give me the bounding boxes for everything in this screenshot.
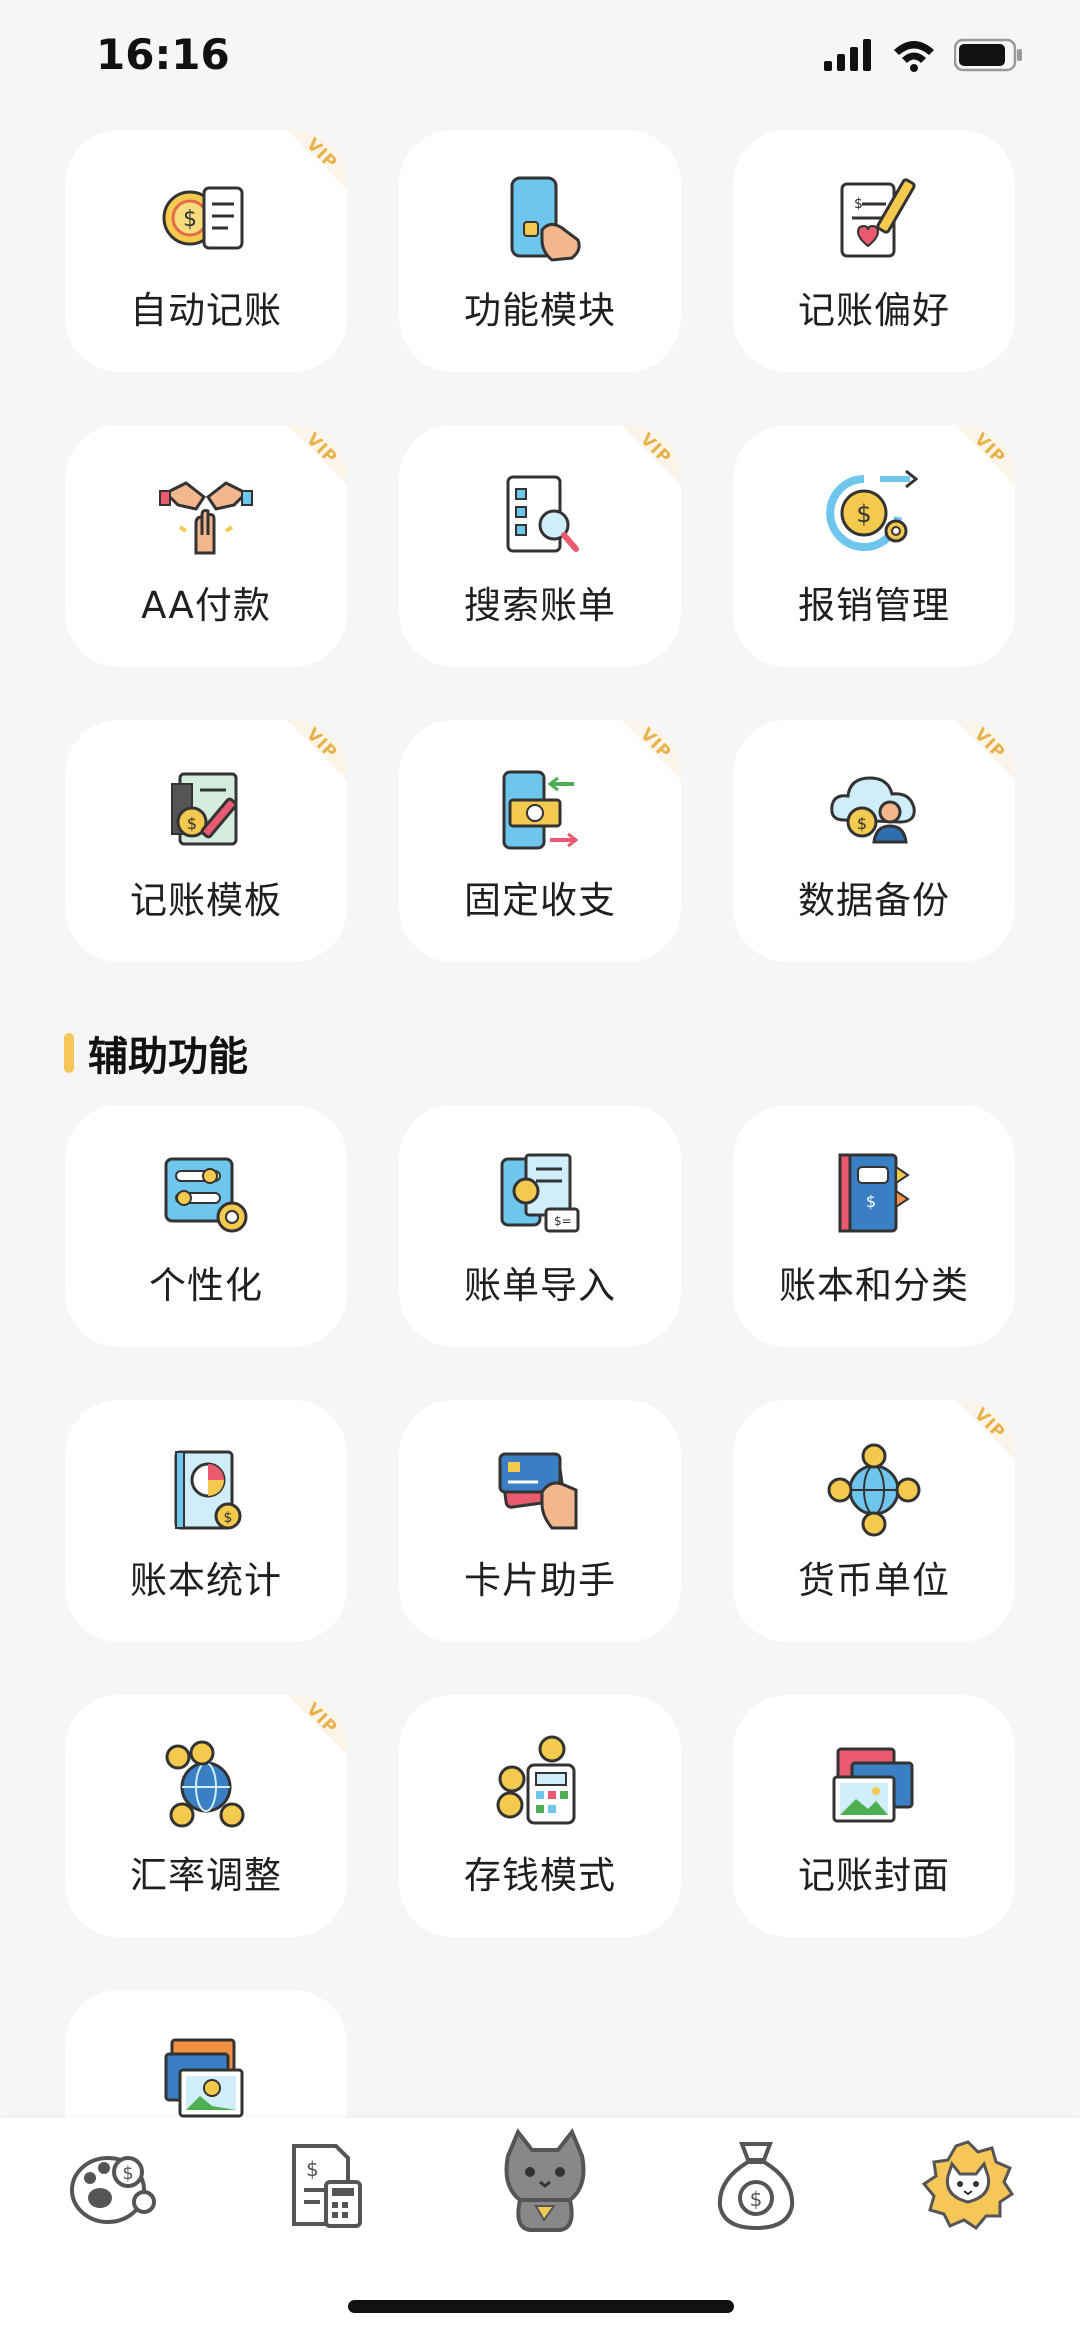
status-bar: 16:16 — [0, 0, 1080, 120]
feature-label: 固定收支 — [464, 879, 616, 922]
vip-badge: VIP — [287, 720, 347, 780]
feature-card-reimbursement[interactable]: $ 报销管理 VIP — [733, 425, 1015, 667]
function-module-icon — [510, 176, 581, 262]
feature-card-exchange-rate[interactable]: 汇率调整 VIP — [65, 1695, 347, 1937]
feature-card-fixed-income-expense[interactable]: 固定收支 VIP — [399, 720, 681, 962]
feature-label: 汇率调整 — [130, 1854, 282, 1897]
feature-label: 个性化 — [149, 1264, 263, 1307]
feature-label: 数据备份 — [798, 879, 950, 922]
section-header: 辅助功能 — [64, 1024, 248, 1082]
feature-card-card-assistant[interactable]: 卡片助手 — [399, 1400, 681, 1642]
feature-label: 记账偏好 — [798, 289, 950, 332]
vip-badge: VIP — [955, 425, 1015, 485]
photo-gallery-icon — [164, 2038, 244, 2118]
svg-text:$: $ — [183, 207, 197, 232]
template-icon: $ — [171, 772, 238, 846]
auto-bookkeeping-icon: $ — [162, 186, 244, 250]
ledger-category-icon: $ — [838, 1153, 910, 1233]
svg-text:$: $ — [856, 500, 871, 528]
feature-card-saving-mode[interactable]: 存钱模式 — [399, 1695, 681, 1937]
feature-label: 货币单位 — [798, 1559, 950, 1602]
feature-card-bill-import[interactable]: $= 账单导入 — [399, 1105, 681, 1347]
svg-text:$: $ — [854, 196, 863, 212]
section-accent-bar — [64, 1033, 74, 1073]
money-bag-icon: $ — [717, 2142, 795, 2231]
svg-text:$=: $= — [554, 1214, 572, 1228]
fixed-income-expense-icon — [502, 770, 579, 850]
feature-card-search-bill[interactable]: 搜索账单 VIP — [399, 425, 681, 667]
feature-label: 账本和分类 — [779, 1264, 969, 1307]
svg-text:$: $ — [866, 1192, 876, 1211]
signal-icon — [824, 39, 871, 71]
feature-card-bookkeeping-preference[interactable]: $ 记账偏好 — [733, 130, 1015, 372]
feature-label: AA付款 — [141, 584, 271, 627]
vip-badge: VIP — [955, 720, 1015, 780]
vip-badge: VIP — [287, 425, 347, 485]
card-assistant-icon — [498, 1452, 578, 1530]
nav-item-bills[interactable]: $ — [276, 2136, 376, 2236]
home-indicator — [348, 2300, 734, 2313]
exchange-rate-icon — [165, 1740, 245, 1828]
status-icons — [824, 38, 1024, 72]
vip-badge: VIP — [955, 1400, 1015, 1460]
status-time: 16:16 — [96, 30, 230, 79]
split-payment-icon — [159, 481, 253, 555]
feature-label: 记账模板 — [130, 879, 282, 922]
nav-item-center-mascot[interactable] — [490, 2126, 600, 2236]
nav-item-home[interactable]: $ — [64, 2136, 164, 2236]
section-title: 辅助功能 — [88, 1034, 248, 1080]
saving-mode-icon — [496, 1735, 576, 1825]
reimbursement-icon: $ — [826, 469, 919, 551]
feature-card-split-payment[interactable]: AA付款 VIP — [65, 425, 347, 667]
vip-badge: VIP — [287, 130, 347, 190]
vip-badge: VIP — [621, 425, 681, 485]
feature-card-personalization[interactable]: 个性化 — [65, 1105, 347, 1347]
feature-label: 功能模块 — [464, 289, 616, 332]
feature-label: 记账封面 — [798, 1854, 950, 1897]
vip-badge: VIP — [621, 720, 681, 780]
wifi-icon — [894, 41, 934, 72]
data-backup-icon: $ — [830, 776, 916, 844]
feature-label: 账单导入 — [464, 1264, 616, 1307]
vip-badge: VIP — [287, 1695, 347, 1755]
bookkeeping-cover-icon — [832, 1747, 914, 1823]
nav-item-savings[interactable]: $ — [706, 2136, 806, 2236]
cat-mascot-icon — [504, 2128, 586, 2232]
paw-coin-icon: $ — [70, 2156, 156, 2224]
nav-item-profile[interactable] — [918, 2136, 1018, 2236]
currency-unit-icon — [827, 1443, 921, 1537]
svg-text:$: $ — [187, 814, 197, 833]
bookkeeping-preference-icon: $ — [840, 178, 916, 258]
cat-settings-icon — [921, 2140, 1015, 2230]
battery-icon — [954, 38, 1022, 72]
feature-card-data-backup[interactable]: $ 数据备份 VIP — [733, 720, 1015, 962]
feature-card-bookkeeping-cover[interactable]: 记账封面 — [733, 1695, 1015, 1937]
feature-card-ledger-statistics[interactable]: $ 账本统计 — [65, 1400, 347, 1642]
svg-text:$: $ — [306, 2157, 319, 2181]
bill-calculator-icon: $ — [292, 2144, 362, 2228]
svg-text:$: $ — [857, 814, 867, 833]
search-bill-icon — [506, 475, 579, 553]
feature-label: 报销管理 — [798, 584, 950, 627]
ledger-statistics-icon: $ — [174, 1450, 242, 1530]
svg-text:$: $ — [122, 2163, 133, 2184]
svg-text:$: $ — [224, 1510, 233, 1526]
bill-import-icon: $= — [500, 1153, 580, 1233]
feature-card-ledger-category[interactable]: $ 账本和分类 — [733, 1105, 1015, 1347]
svg-text:$: $ — [750, 2187, 763, 2211]
feature-label: 存钱模式 — [464, 1854, 616, 1897]
feature-label: 自动记账 — [130, 289, 282, 332]
personalization-icon — [164, 1157, 248, 1233]
feature-label: 卡片助手 — [464, 1559, 616, 1602]
feature-label: 账本统计 — [130, 1559, 282, 1602]
feature-label: 搜索账单 — [464, 584, 616, 627]
feature-card-function-module[interactable]: 功能模块 — [399, 130, 681, 372]
feature-card-auto-bookkeeping[interactable]: $ 自动记账 VIP — [65, 130, 347, 372]
feature-card-template[interactable]: $ 记账模板 VIP — [65, 720, 347, 962]
feature-card-currency-unit[interactable]: 货币单位 VIP — [733, 1400, 1015, 1642]
